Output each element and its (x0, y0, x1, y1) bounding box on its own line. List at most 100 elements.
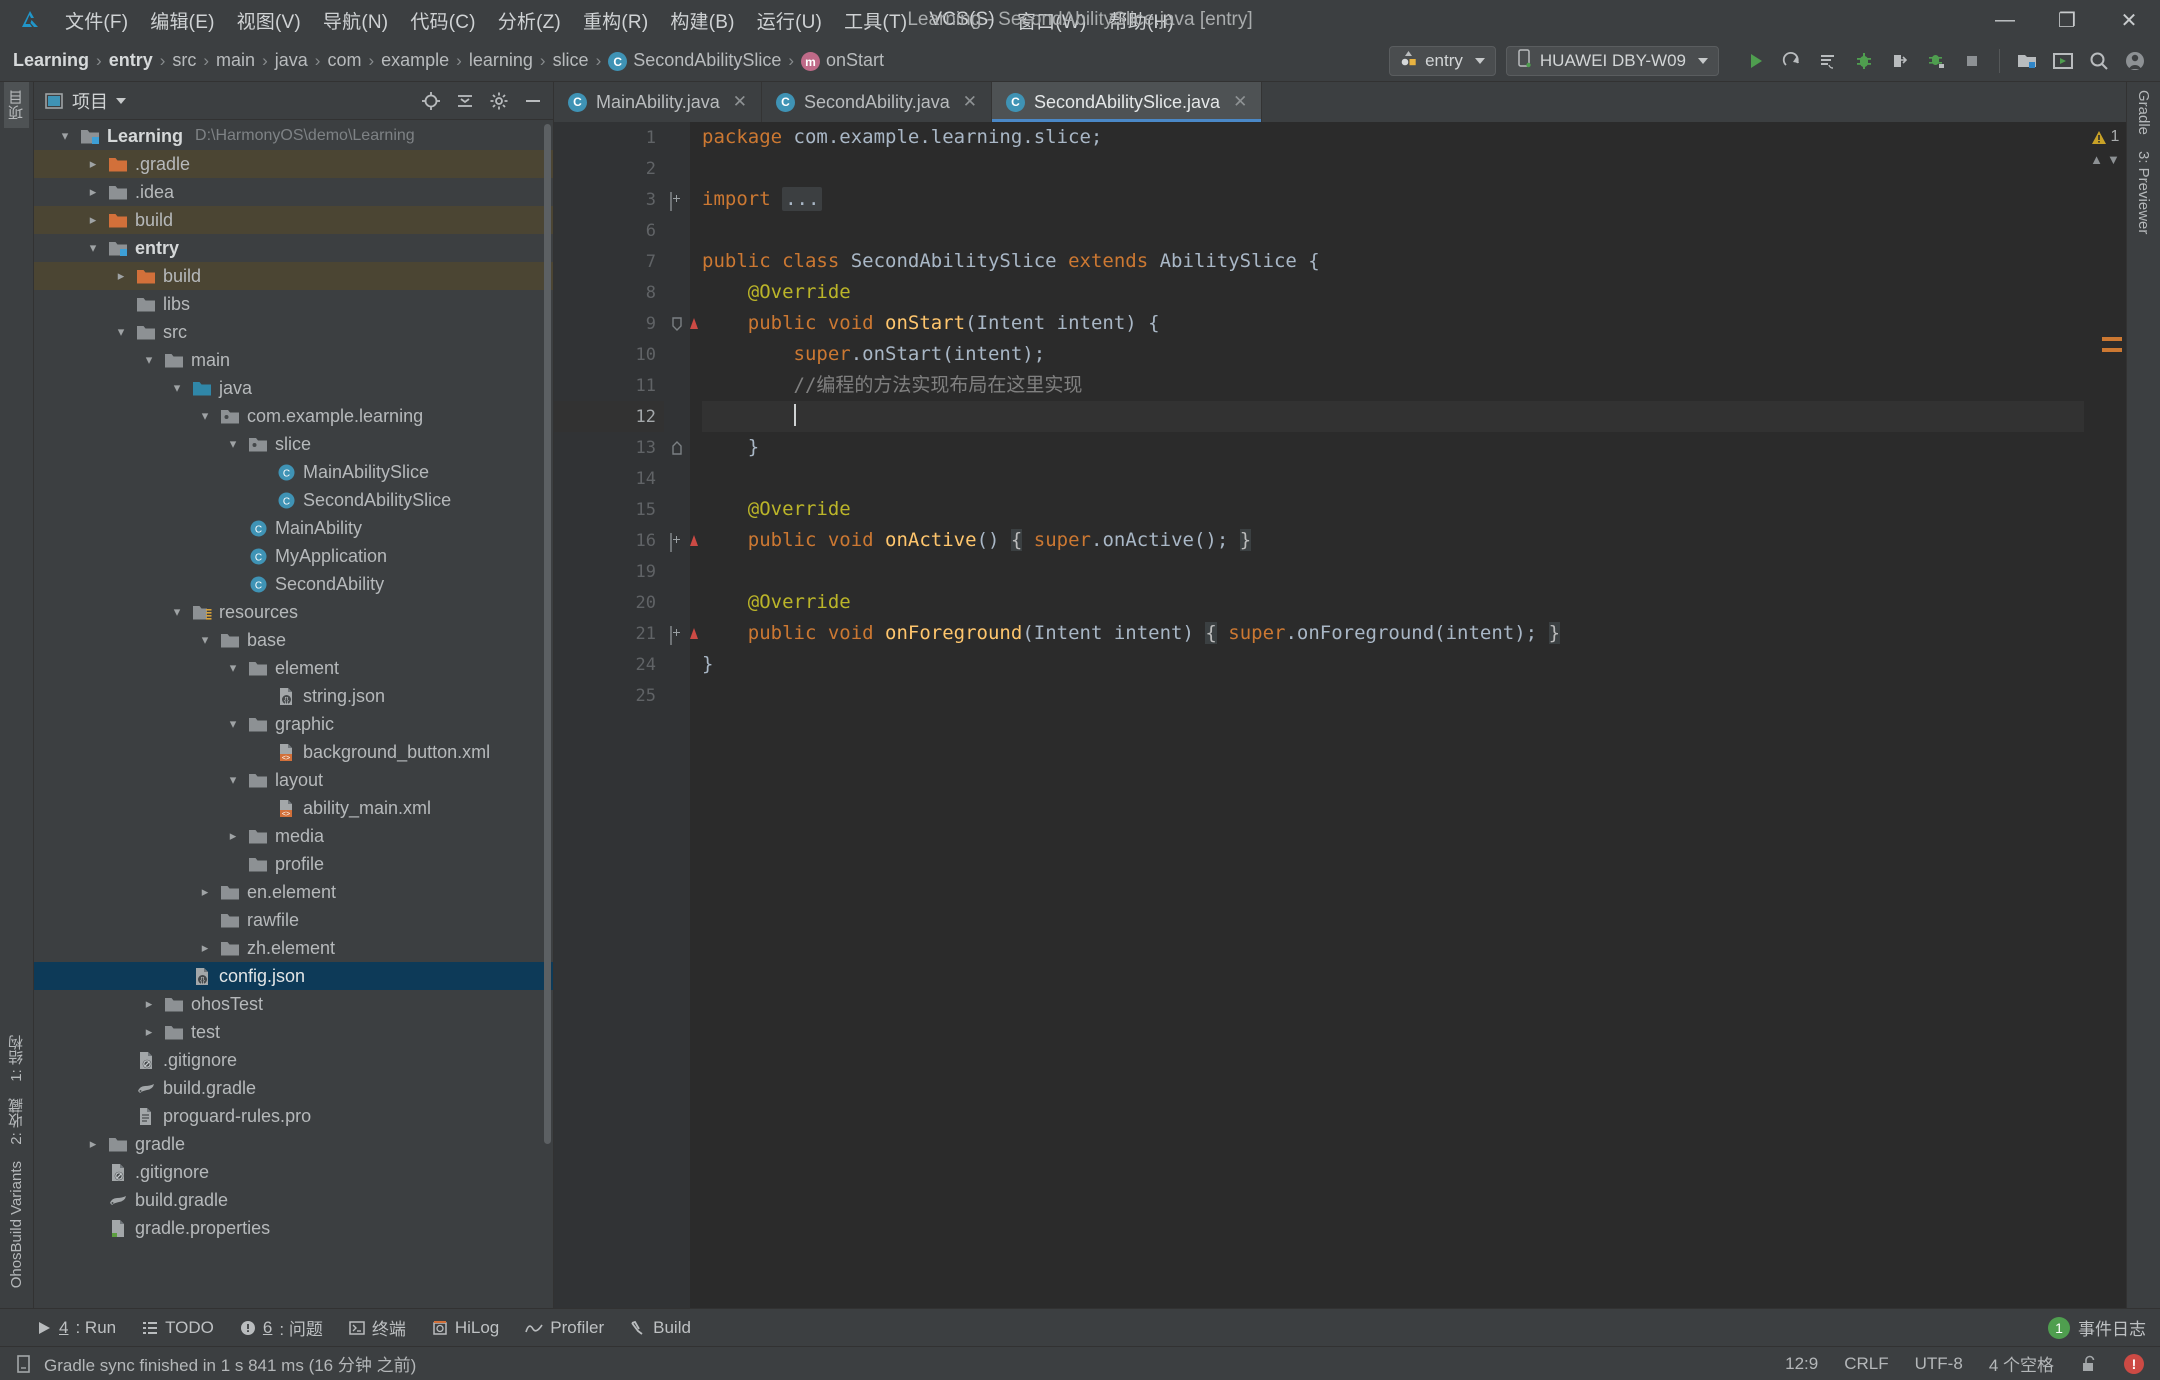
chevron-down-icon[interactable]: ▾ (56, 127, 74, 145)
tree-node-main[interactable]: ▾main (34, 346, 553, 374)
tree-node-MainAbilitySlice[interactable]: CMainAbilitySlice (34, 458, 553, 486)
breadcrumb-segment-main[interactable]: main (211, 48, 260, 73)
chevron-down-icon[interactable]: ▾ (224, 435, 242, 453)
attach-debugger-icon[interactable] (1883, 44, 1917, 78)
project-scrollbar[interactable] (544, 124, 551, 1144)
bottom-tab-profiler[interactable]: Profiler (525, 1318, 604, 1338)
chevron-right-icon[interactable]: ▸ (84, 211, 102, 229)
tree-node-media[interactable]: ▸media (34, 822, 553, 850)
breadcrumb-segment-entry[interactable]: entry (104, 48, 158, 73)
tree-node-build[interactable]: ▸build (34, 206, 553, 234)
menu-item-10[interactable]: VCS(S) (918, 6, 1006, 34)
tree-node-proguard-rules.pro[interactable]: proguard-rules.pro (34, 1102, 553, 1130)
bottom-tab-todo[interactable]: TODO (142, 1318, 214, 1338)
chevron-down-icon[interactable]: ▾ (196, 631, 214, 649)
chevron-right-icon[interactable]: ▸ (112, 267, 130, 285)
tree-node-ability_main.xml[interactable]: <>ability_main.xml (34, 794, 553, 822)
chevron-up-icon[interactable]: ▲ (2090, 152, 2103, 167)
project-structure-icon[interactable] (2010, 44, 2044, 78)
menu-item-4[interactable]: 代码(C) (399, 4, 486, 37)
chevron-down-icon[interactable]: ▾ (140, 351, 158, 369)
tree-node-slice[interactable]: ▾slice (34, 430, 553, 458)
tree-node-string.json[interactable]: {}string.json (34, 682, 553, 710)
tool-tab-gradle[interactable]: Gradle (2133, 82, 2154, 143)
breadcrumb-segment-com[interactable]: com (322, 48, 366, 73)
tool-tab-project[interactable]: 项目 (4, 82, 29, 128)
chevron-right-icon[interactable]: ▸ (196, 883, 214, 901)
tree-node-build.gradle[interactable]: build.gradle (34, 1186, 553, 1214)
breadcrumb-segment-slice[interactable]: slice (548, 48, 594, 73)
menu-item-9[interactable]: 工具(T) (833, 4, 918, 37)
breadcrumb-segment-example[interactable]: example (376, 48, 454, 73)
tree-node-element[interactable]: ▾element (34, 654, 553, 682)
debug-icon[interactable] (1847, 44, 1881, 78)
menu-item-6[interactable]: 重构(R) (572, 4, 659, 37)
tree-node-MainAbility[interactable]: CMainAbility (34, 514, 553, 542)
tree-node-SecondAbilitySlice[interactable]: CSecondAbilitySlice (34, 486, 553, 514)
menu-item-7[interactable]: 构建(B) (659, 4, 745, 37)
tree-node-.gitignore[interactable]: .gitignore (34, 1046, 553, 1074)
tool-tab-ohosbuild-variants[interactable]: OhosBuild Variants (6, 1153, 27, 1296)
search-icon[interactable] (2082, 44, 2116, 78)
close-icon[interactable]: ✕ (733, 92, 747, 112)
tree-node-ohosTest[interactable]: ▸ohosTest (34, 990, 553, 1018)
chevron-down-icon[interactable]: ▾ (112, 323, 130, 341)
tree-node-rawfile[interactable]: rawfile (34, 906, 553, 934)
event-log-area[interactable]: 1 事件日志 (2048, 1315, 2160, 1340)
bottom-tab-build[interactable]: Build (630, 1318, 691, 1338)
breadcrumb-segment-Learning[interactable]: Learning (8, 48, 94, 73)
breadcrumb-class[interactable]: CSecondAbilitySlice (603, 48, 786, 74)
caret-position[interactable]: 12:9 (1785, 1354, 1818, 1374)
tree-node-build.gradle[interactable]: build.gradle (34, 1074, 553, 1102)
code-editor[interactable]: 1236789101112131415161920212425 package … (554, 122, 2126, 1308)
profile-icon[interactable] (1919, 44, 1953, 78)
settings-gear-icon[interactable] (489, 91, 509, 111)
menu-item-5[interactable]: 分析(Z) (487, 4, 572, 37)
chevron-down-icon[interactable]: ▾ (196, 407, 214, 425)
editor-tab-SecondAbilitySlice.java[interactable]: CSecondAbilitySlice.java✕ (992, 82, 1262, 122)
code-content[interactable]: package com.example.learning.slice;impor… (690, 122, 2126, 1308)
tree-node-resources[interactable]: ▾resources (34, 598, 553, 626)
chevron-down-icon[interactable]: ▾ (224, 659, 242, 677)
tree-node-zh.element[interactable]: ▸zh.element (34, 934, 553, 962)
bottom-tab-run[interactable]: 4: Run (36, 1318, 116, 1338)
tree-node-SecondAbility[interactable]: CSecondAbility (34, 570, 553, 598)
chevron-right-icon[interactable]: ▸ (140, 1023, 158, 1041)
menu-item-0[interactable]: 文件(F) (54, 4, 139, 37)
tree-node-entry[interactable]: ▾entry (34, 234, 553, 262)
code-folding-column[interactable] (664, 122, 690, 1308)
breadcrumb-segment-src[interactable]: src (167, 48, 201, 73)
chevron-down-icon[interactable] (116, 98, 126, 104)
bottom-tab-problems[interactable]: 6: 问题 (240, 1315, 323, 1340)
rerun-icon[interactable] (1775, 44, 1809, 78)
chevron-right-icon[interactable]: ▸ (84, 155, 102, 173)
tree-node-src[interactable]: ▾src (34, 318, 553, 346)
tree-node-background_button.xml[interactable]: <>background_button.xml (34, 738, 553, 766)
tree-node-com.example.learning[interactable]: ▾com.example.learning (34, 402, 553, 430)
close-icon[interactable]: ✕ (1233, 92, 1247, 112)
menu-item-1[interactable]: 编辑(E) (139, 4, 225, 37)
collapse-all-icon[interactable] (455, 91, 475, 111)
tree-node-config.json[interactable]: {}config.json (34, 962, 553, 990)
maximize-button[interactable]: ❐ (2036, 0, 2098, 40)
chevron-right-icon[interactable]: ▸ (196, 939, 214, 957)
chevron-right-icon[interactable]: ▸ (224, 827, 242, 845)
error-status-icon[interactable]: ! (2124, 1354, 2144, 1374)
tree-node-java[interactable]: ▾java (34, 374, 553, 402)
tree-node-.gitignore[interactable]: .gitignore (34, 1158, 553, 1186)
bottom-tab-terminal[interactable]: 终端 (349, 1315, 406, 1340)
chevron-down-icon[interactable]: ▾ (168, 379, 186, 397)
tree-node-en.element[interactable]: ▸en.element (34, 878, 553, 906)
menu-item-3[interactable]: 导航(N) (312, 4, 399, 37)
tree-node-graphic[interactable]: ▾graphic (34, 710, 553, 738)
inspection-arrows[interactable]: ▲ ▼ (2090, 152, 2120, 167)
fold-expand-icon[interactable] (670, 534, 684, 548)
fold-collapse-icon[interactable] (670, 316, 684, 330)
chevron-right-icon[interactable]: ▸ (84, 1135, 102, 1153)
warning-indicator[interactable]: 1 (2091, 128, 2120, 146)
tree-node-.idea[interactable]: ▸.idea (34, 178, 553, 206)
account-icon[interactable] (2118, 44, 2152, 78)
tree-node-gradle[interactable]: ▸gradle (34, 1130, 553, 1158)
tool-tab-favorites[interactable]: 2: 收藏 (4, 1090, 29, 1153)
tool-tab-previewer[interactable]: 3: Previewer (2133, 143, 2154, 242)
